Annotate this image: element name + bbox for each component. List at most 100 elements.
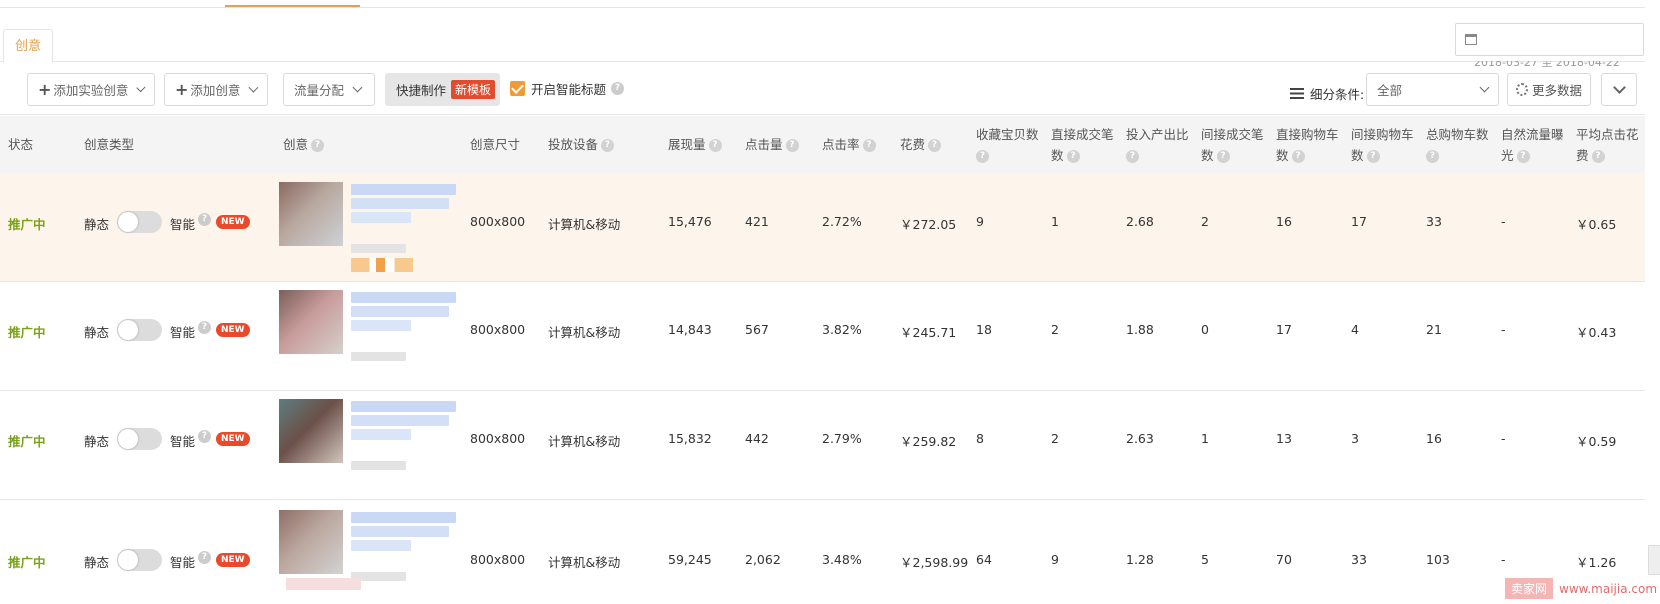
ctr-cell: 2.72% [822, 214, 862, 229]
help-icon[interactable]: ? [198, 211, 211, 226]
smart-title-label: 开启智能标题 [531, 82, 607, 97]
scroll-handle[interactable] [1648, 545, 1660, 575]
col-favorites[interactable]: 收藏宝贝数? [976, 124, 1039, 166]
smart-title-checkbox[interactable]: 开启智能标题 ? [510, 79, 625, 98]
plus-icon: + [175, 80, 189, 99]
creative-thumbnail[interactable] [279, 399, 343, 463]
help-icon[interactable]: ? [1216, 150, 1230, 163]
cost-cell: ￥245.71 [900, 325, 957, 340]
gear-icon [1516, 83, 1528, 96]
creative-thumbnail[interactable] [279, 510, 343, 574]
help-icon[interactable]: ? [976, 150, 989, 163]
help-icon[interactable]: ? [611, 82, 625, 95]
checkbox-checked-icon[interactable] [510, 81, 525, 96]
col-total-cart[interactable]: 总购物车数? [1426, 124, 1489, 166]
creative-title-blurred[interactable] [351, 292, 456, 303]
help-icon[interactable]: ? [198, 549, 211, 564]
add-experiment-button[interactable]: + 添加实验创意 [27, 73, 155, 106]
help-icon[interactable]: ? [198, 428, 211, 443]
creative-title-blurred[interactable] [351, 526, 449, 537]
table-row[interactable]: 推广中 800x800 计算机&移动 59,245 2,062 3.48% ￥2,598.9… [0, 500, 1645, 604]
col-direct-cart[interactable]: 直接购物车数? [1276, 124, 1339, 166]
col-avg-cpc[interactable]: 平均点击花费? [1576, 124, 1639, 166]
creative-title-blurred[interactable] [351, 540, 411, 551]
creative-thumbnail[interactable] [279, 182, 343, 246]
cost-cell: ￥272.05 [900, 217, 957, 232]
table-row[interactable]: 推广中 800x800 计算机&移动 15,476 421 2.72% ￥272.05 9 1 2… [0, 174, 1645, 282]
indirect-cart-cell: 4 [1351, 322, 1359, 337]
creative-title-blurred[interactable] [351, 429, 411, 440]
help-icon[interactable]: ? [1366, 150, 1380, 163]
traffic-allocation-button[interactable]: 流量分配 [283, 73, 375, 106]
traffic-allocation-label: 流量分配 [294, 83, 345, 98]
col-cost[interactable]: 花费? [900, 134, 942, 155]
new-template-badge: 新模板 [451, 80, 496, 99]
creative-title-blurred[interactable] [351, 401, 456, 412]
col-natural-exposure[interactable]: 自然流量曝光? [1501, 124, 1564, 166]
tab-creative[interactable]: 创意 [3, 29, 54, 63]
new-badge: NEW [216, 432, 250, 446]
smart-toggle[interactable] [117, 428, 162, 450]
help-icon[interactable]: ? [862, 139, 876, 152]
table-row[interactable]: 推广中 800x800 计算机&移动 14,843 567 3.82% ￥245.71 18 2… [0, 282, 1645, 391]
avg-cpc-cell: ￥0.65 [1576, 217, 1617, 232]
creative-tags-blurred [286, 578, 361, 590]
col-indirect-deal[interactable]: 间接成交笔数? [1201, 124, 1264, 166]
creative-title-blurred[interactable] [351, 212, 411, 223]
smart-toggle[interactable] [117, 549, 162, 571]
size-cell: 800x800 [470, 322, 526, 337]
filter-select[interactable]: 全部 [1366, 73, 1499, 106]
roi-cell: 1.28 [1126, 552, 1154, 567]
help-icon[interactable]: ? [601, 139, 615, 152]
help-icon[interactable]: ? [928, 139, 942, 152]
more-data-label: 更多数据 [1531, 83, 1582, 98]
static-label: 静态 [84, 217, 110, 232]
help-icon[interactable]: ? [708, 139, 722, 152]
creative-title-blurred[interactable] [351, 415, 449, 426]
help-icon[interactable]: ? [198, 319, 211, 334]
col-impressions[interactable]: 展现量? [668, 134, 722, 155]
more-data-button[interactable]: 更多数据 [1507, 73, 1591, 106]
indirect-deal-cell: 0 [1201, 322, 1209, 337]
creative-title-blurred[interactable] [351, 198, 449, 209]
help-icon[interactable]: ? [1516, 150, 1530, 163]
help-icon[interactable]: ? [1291, 150, 1305, 163]
col-indirect-cart[interactable]: 间接购物车数? [1351, 124, 1414, 166]
impressions-cell: 15,476 [668, 214, 712, 229]
creative-tags-blurred [351, 258, 413, 272]
creative-subtitle-blurred [351, 461, 406, 470]
col-ctr[interactable]: 点击率? [822, 134, 876, 155]
calendar-icon [1465, 34, 1477, 45]
cost-cell: ￥259.82 [900, 434, 957, 449]
help-icon[interactable]: ? [1426, 150, 1439, 163]
size-cell: 800x800 [470, 431, 526, 446]
help-icon[interactable]: ? [311, 139, 325, 152]
col-clicks[interactable]: 点击量? [745, 134, 799, 155]
add-creative-button[interactable]: + 添加创意 [164, 73, 268, 106]
total-cart-cell: 33 [1426, 214, 1442, 229]
expand-button[interactable] [1601, 73, 1637, 106]
help-icon[interactable]: ? [1126, 150, 1139, 163]
creative-thumbnail[interactable] [279, 290, 343, 354]
date-picker[interactable] [1455, 23, 1644, 56]
creative-title-blurred[interactable] [351, 320, 411, 331]
col-roi[interactable]: 投入产出比? [1126, 124, 1189, 166]
creative-title-blurred[interactable] [351, 512, 456, 523]
direct-cart-cell: 70 [1276, 552, 1292, 567]
add-experiment-label: 添加实验创意 [53, 83, 129, 98]
col-type: 创意类型 [84, 137, 135, 152]
status-text: 推广中 [8, 325, 46, 340]
device-cell: 计算机&移动 [548, 434, 621, 449]
help-icon[interactable]: ? [1591, 150, 1605, 163]
smart-toggle[interactable] [117, 319, 162, 341]
smart-toggle[interactable] [117, 211, 162, 233]
col-direct-deal[interactable]: 直接成交笔数? [1051, 124, 1114, 166]
help-icon[interactable]: ? [785, 139, 799, 152]
creative-title-blurred[interactable] [351, 306, 449, 317]
help-icon[interactable]: ? [1066, 150, 1080, 163]
creative-title-blurred[interactable] [351, 184, 456, 195]
table-row[interactable]: 推广中 800x800 计算机&移动 15,832 442 2.79% ￥259.82 8 2 2… [0, 391, 1645, 500]
quick-make-label: 快捷制作 [396, 83, 447, 98]
device-cell: 计算机&移动 [548, 555, 621, 570]
quick-make-button[interactable]: 快捷制作 新模板 [385, 73, 500, 106]
